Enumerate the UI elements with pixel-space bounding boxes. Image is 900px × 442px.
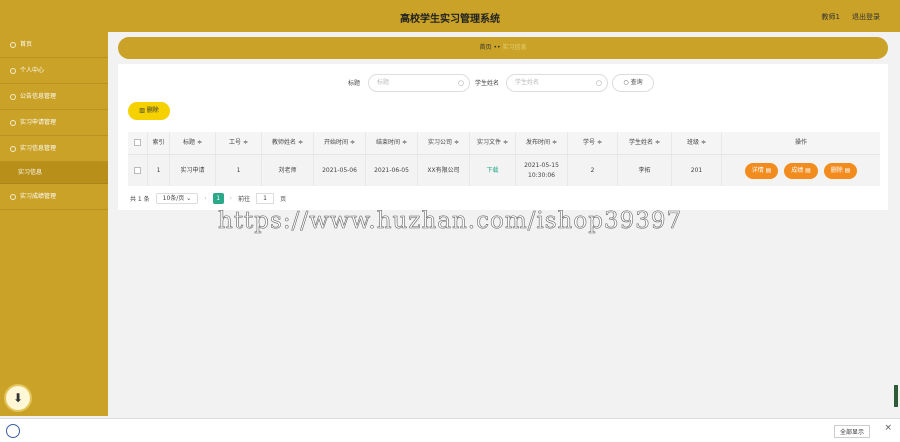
footer-bar: 全部显示 × [0, 418, 900, 442]
sidebar-subitem-internship-info[interactable]: 实习信息 [0, 162, 108, 184]
col-student[interactable]: 学生姓名 ≑ [618, 132, 672, 154]
select-all-checkbox[interactable] [128, 132, 148, 154]
bulk-delete-button[interactable]: ▥ 删除 [128, 102, 170, 120]
cell-student: 李拓 [618, 155, 672, 186]
breadcrumb-current: 实习信息 [502, 44, 527, 51]
download-link[interactable]: 下载 [486, 167, 498, 174]
watermark: https://www.huzhan.com/ishop39397 [218, 208, 683, 235]
row-delete-button[interactable]: 删除 ▤ [823, 162, 858, 179]
next-page-icon[interactable]: › [230, 195, 232, 202]
title-placeholder: 标题 [377, 79, 390, 86]
user-icon [10, 67, 16, 74]
goto-label: 前往 [238, 195, 251, 203]
app-logo-icon [6, 424, 20, 438]
sidebar-item-label: 实习申请管理 [20, 118, 57, 126]
cell-job-no: 1 [216, 155, 262, 186]
col-actions: 操作 [794, 139, 807, 146]
sidebar-item-label: 实习成绩管理 [20, 192, 57, 200]
row-checkbox[interactable] [128, 155, 148, 186]
notice-icon [10, 93, 16, 100]
prev-page-icon[interactable]: ‹ [204, 195, 206, 202]
sidebar-item-home[interactable]: 首页 [0, 32, 108, 58]
page-size-value: 10条/页 [162, 194, 185, 202]
download-icon[interactable]: ⬇ [4, 384, 32, 412]
col-title[interactable]: 标题 ≑ [170, 132, 216, 154]
publish-date: 2021-05-15 [524, 162, 559, 169]
page-size-select[interactable]: 10条/页 ⌄ [155, 192, 199, 204]
col-teacher[interactable]: 教师姓名 ≑ [262, 132, 314, 154]
app-title: 高校学生实习管理系统 [400, 14, 500, 25]
page-unit: 页 [280, 195, 287, 203]
sidebar-item-profile[interactable]: 个人中心 [0, 58, 108, 84]
table-row: 1 实习申请 1 刘老师 2021-05-06 2021-06-05 XX有限公… [128, 154, 880, 186]
query-button[interactable]: ○ 查询 [612, 74, 654, 92]
internship-icon [10, 145, 16, 152]
pagination: 共 1 条 10条/页 ⌄ ‹ 1 › 前往 1 页 [130, 192, 286, 204]
cell-publish: 2021-05-15 10:30:06 [516, 155, 568, 186]
cell-title: 实习申请 [170, 155, 216, 186]
sidebar-item-notice[interactable]: 公告信息管理 [0, 84, 108, 110]
cell-student-no: 2 [568, 155, 618, 186]
trash-icon: ▥ [139, 107, 145, 114]
grade-icon [10, 193, 16, 200]
student-placeholder: 学生姓名 [515, 79, 540, 86]
col-index: 索引 [148, 132, 170, 154]
col-student-no[interactable]: 学号 ≑ [568, 132, 618, 154]
sidebar-item-label: 个人中心 [20, 66, 45, 74]
col-job-no[interactable]: 工号 ≑ [216, 132, 262, 154]
search-icon: ○ [623, 79, 629, 86]
col-class[interactable]: 班级 ≑ [672, 132, 722, 154]
sidebar-item-label: 首页 [20, 40, 33, 48]
col-file[interactable]: 实习文件 ≑ [470, 132, 516, 154]
sidebar: 首页 个人中心 公告信息管理 实习申请管理 实习信息管理 实习信息 实习成绩管理… [0, 32, 108, 416]
page-number-current[interactable]: 1 [212, 192, 224, 204]
cell-actions: 详情 ▤ 成绩 ▤ 删除 ▤ [722, 155, 880, 186]
main-panel: 标题 标题 ○ 学生姓名 学生姓名 ○ ○ 查询 ▥ 删除 索引 标题 ≑ 工号… [118, 64, 888, 210]
col-start[interactable]: 开始时间 ≑ [314, 132, 366, 154]
breadcrumb-separator: •• [493, 44, 501, 51]
student-name-label: 学生姓名 [475, 80, 500, 87]
show-all-button[interactable]: 全部显示 [833, 425, 870, 438]
sidebar-item-label: 实习信息管理 [20, 144, 57, 152]
publish-time: 10:30:06 [528, 172, 555, 179]
cell-end: 2021-06-05 [366, 155, 418, 186]
home-icon [10, 41, 16, 48]
close-icon[interactable]: × [884, 423, 892, 433]
delete-label: 删除 [146, 107, 159, 114]
internship-table: 索引 标题 ≑ 工号 ≑ 教师姓名 ≑ 开始时间 ≑ 结束时间 ≑ 实习公司 ≑… [128, 132, 880, 186]
cell-company: XX有限公司 [418, 155, 470, 186]
cell-index: 1 [148, 155, 170, 186]
sidebar-item-internship[interactable]: 实习信息管理 [0, 136, 108, 162]
table-header: 索引 标题 ≑ 工号 ≑ 教师姓名 ≑ 开始时间 ≑ 结束时间 ≑ 实习公司 ≑… [128, 132, 880, 154]
cell-teacher: 刘老师 [262, 155, 314, 186]
col-publish[interactable]: 发布时间 ≑ [516, 132, 568, 154]
sidebar-item-grades[interactable]: 实习成绩管理 [0, 184, 108, 210]
student-name-input[interactable]: 学生姓名 ○ [506, 74, 608, 92]
breadcrumb: 首页 •• 实习信息 [118, 37, 888, 59]
search-row: 标题 标题 ○ 学生姓名 学生姓名 ○ ○ 查询 [118, 74, 888, 92]
cell-file: 下载 [470, 155, 516, 186]
cell-start: 2021-05-06 [314, 155, 366, 186]
pager-total: 共 1 条 [130, 195, 150, 203]
sidebar-item-label: 公告信息管理 [20, 92, 57, 100]
top-bar: 高校学生实习管理系统 教师1 退出登录 [0, 0, 900, 32]
title-search-input[interactable]: 标题 ○ [368, 74, 470, 92]
logout-link[interactable]: 退出登录 [852, 12, 880, 22]
col-end[interactable]: 结束时间 ≑ [366, 132, 418, 154]
current-user: 教师1 [821, 13, 840, 21]
search-icon: ○ [457, 79, 464, 87]
search-icon: ○ [595, 79, 602, 87]
chevron-down-icon: ⌄ [186, 194, 192, 202]
col-company[interactable]: 实习公司 ≑ [418, 132, 470, 154]
title-label: 标题 [348, 80, 361, 87]
detail-button[interactable]: 详情 ▤ [744, 162, 779, 179]
sidebar-item-apply[interactable]: 实习申请管理 [0, 110, 108, 136]
cell-class: 201 [672, 155, 722, 186]
query-label: 查询 [630, 79, 643, 86]
goto-page-input[interactable]: 1 [256, 192, 275, 204]
scroll-indicator[interactable] [894, 385, 898, 407]
grade-button[interactable]: 成绩 ▤ [784, 162, 818, 179]
breadcrumb-home[interactable]: 首页 [480, 44, 492, 51]
apply-icon [10, 119, 16, 126]
